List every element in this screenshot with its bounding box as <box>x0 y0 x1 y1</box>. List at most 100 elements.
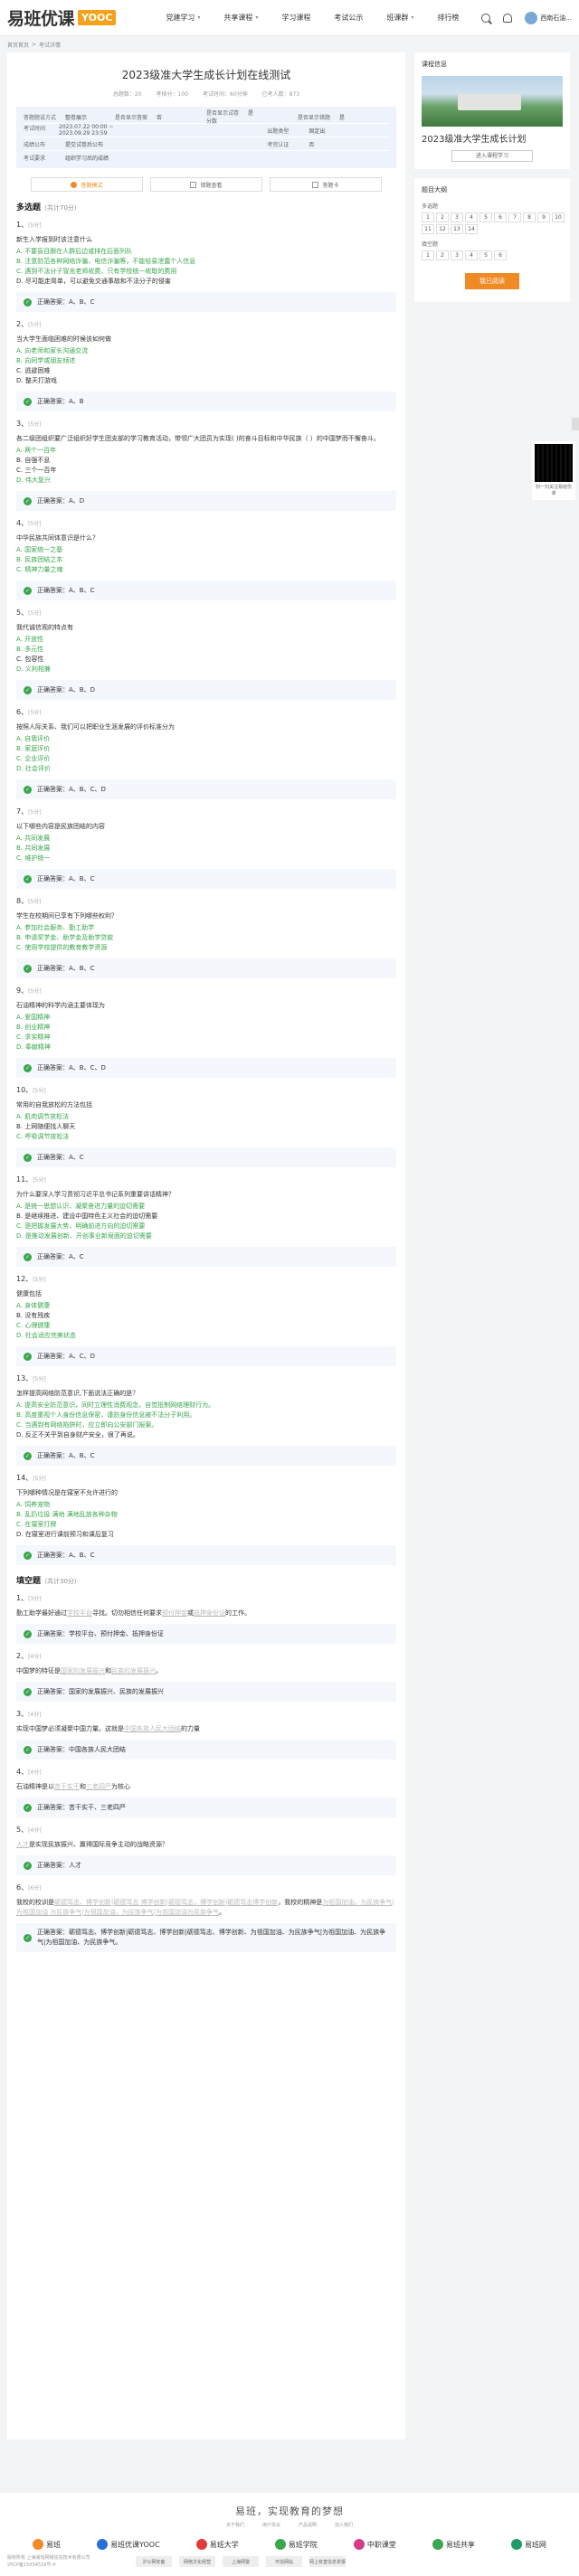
question-option[interactable]: D. 伟大复兴 <box>16 476 396 486</box>
question-option[interactable]: B. 共同发展 <box>16 844 396 854</box>
question-option[interactable]: D. 在寝室进行课前预习和课后复习 <box>16 1530 396 1540</box>
question-option[interactable]: A. 参加社会服务、勤工助学 <box>16 923 396 933</box>
question-option[interactable]: B. 向同学或朋友倾述 <box>16 356 396 366</box>
search-icon[interactable] <box>481 13 491 23</box>
question-option[interactable]: B. 乱扔垃圾 满地 满地乱放各种杂物 <box>16 1510 396 1520</box>
question-option[interactable]: A. 肌肉调节放松法 <box>16 1112 396 1122</box>
enter-course-button[interactable]: 进入课程学习 <box>451 150 533 162</box>
question-option[interactable]: A. 向老师和家长沟通交流 <box>16 346 396 356</box>
tab-answer-mode[interactable]: 答题模式 <box>31 177 143 192</box>
footer-badge[interactable]: 网上有害信息举报 <box>309 2556 346 2567</box>
submit-button[interactable]: 我已阅读 <box>465 273 519 289</box>
question-option[interactable]: C. 是把握发展大势、明确前进方向的迫切需要 <box>16 1222 396 1231</box>
partner-logo[interactable]: 易班网 <box>510 2539 546 2550</box>
question-option[interactable]: C. 呼吸调节放松法 <box>16 1132 396 1142</box>
question-option[interactable]: A. 提高安全防范意识，同时立理性消费观念，自觉抵制网络理财行为。 <box>16 1401 396 1411</box>
question-option[interactable]: D. 反正不关乎到自身财产安全，很了再说。 <box>16 1430 396 1440</box>
footer-badge[interactable]: 可信网站 <box>266 2556 302 2567</box>
course-cover-image[interactable] <box>422 76 563 127</box>
breadcrumb-home[interactable]: 首页首页 <box>7 41 29 49</box>
question-option[interactable]: A. 国家统一之基 <box>16 545 396 555</box>
question-option[interactable]: C. 求实精神 <box>16 1033 396 1043</box>
partner-logo[interactable]: 易班共享 <box>432 2539 475 2550</box>
question-option[interactable]: A. 共同发展 <box>16 834 396 844</box>
question-option[interactable]: B. 上网随便找人聊天 <box>16 1122 396 1132</box>
question-option[interactable]: A. 饲养宠物 <box>16 1500 396 1510</box>
question-option[interactable]: B. 申请奖学金、助学金及助学贷款 <box>16 933 396 943</box>
question-option[interactable]: D. 是推动发展创新、开创事业新局面的迫切需要 <box>16 1231 396 1241</box>
bell-icon[interactable] <box>503 13 513 23</box>
outline-question-number[interactable]: 6 <box>494 250 507 260</box>
question-option[interactable]: A. 爱国精神 <box>16 1013 396 1023</box>
question-option[interactable]: B. 民族团结之本 <box>16 555 396 565</box>
question-option[interactable]: C. 使用学校提供的教育教学资源 <box>16 943 396 953</box>
question-option[interactable]: A. 是统一思想认识、凝聚奋进力量的迫切需要 <box>16 1202 396 1212</box>
side-float-tab[interactable] <box>572 418 579 430</box>
outline-question-number[interactable]: 7 <box>508 212 521 222</box>
footer-badge[interactable]: 上海网警 <box>223 2556 259 2567</box>
tab-answer-card[interactable]: 答题卡 <box>270 177 382 192</box>
logo[interactable]: 易班优课 YOOC <box>7 5 117 30</box>
footer-badge[interactable]: 网络文化经营 <box>179 2556 215 2567</box>
footer-link[interactable]: 产品说明 <box>299 2522 317 2528</box>
footer-link[interactable]: 关于我们 <box>226 2522 244 2528</box>
question-option[interactable]: C. 当遇到有网络陷阱时，应立即向公安部门报案。 <box>16 1420 396 1430</box>
nav-item-shared[interactable]: 共享课程 ▾ <box>212 0 270 36</box>
question-option[interactable]: C. 维护统一 <box>16 854 396 863</box>
outline-question-number[interactable]: 5 <box>479 212 492 222</box>
user-menu[interactable]: 西南石油... <box>525 11 572 24</box>
question-option[interactable]: B. 高度重视个人身份信息保密，谨防身份信息被不法分子利用。 <box>16 1411 396 1420</box>
footer-link[interactable]: 用户协议 <box>262 2522 280 2528</box>
tab-wrong-view[interactable]: 错题查看 <box>150 177 262 192</box>
partner-logo[interactable]: 易班大学 <box>195 2539 239 2550</box>
question-option[interactable]: D. 整天打游戏 <box>16 376 396 386</box>
question-option[interactable]: C. 企业评价 <box>16 754 396 764</box>
question-option[interactable]: B. 注意防范各种网络诈骗、电信诈骗等，不能轻易泄露个人信息 <box>16 257 396 267</box>
question-option[interactable]: B. 没有残疾 <box>16 1311 396 1321</box>
outline-question-number[interactable]: 14 <box>465 224 478 234</box>
question-option[interactable]: C. 遇到不法分子冒充老师收费，只有学校统一收取的费用 <box>16 267 396 277</box>
outline-question-number[interactable]: 2 <box>436 250 449 260</box>
nav-item-rank[interactable]: 排行榜 <box>425 0 470 36</box>
partner-logo[interactable]: 易班学院 <box>274 2539 318 2550</box>
question-option[interactable]: B. 自强不息 <box>16 456 396 466</box>
question-option[interactable]: A. 不要盲目跟在人群后边或排在后面列队 <box>16 247 396 257</box>
partner-logo[interactable]: 易班 <box>33 2539 61 2550</box>
question-option[interactable]: A. 两个一百年 <box>16 446 396 456</box>
outline-question-number[interactable]: 6 <box>494 212 507 222</box>
footer-link[interactable]: 加入我们 <box>335 2522 353 2528</box>
outline-question-number[interactable]: 2 <box>436 212 449 222</box>
question-option[interactable]: A. 自我评价 <box>16 734 396 744</box>
question-option[interactable]: C. 心理健康 <box>16 1321 396 1331</box>
question-option[interactable]: D. 尽可能走简单，可以避免交通事故和不法分子的侵害 <box>16 277 396 287</box>
outline-question-number[interactable]: 5 <box>479 250 492 260</box>
partner-logo[interactable]: 易班优课YOOC <box>97 2539 160 2550</box>
outline-question-number[interactable]: 12 <box>436 224 449 234</box>
question-option[interactable]: D. 社会评价 <box>16 764 396 774</box>
outline-question-number[interactable]: 8 <box>523 212 536 222</box>
outline-question-number[interactable]: 1 <box>422 212 434 222</box>
outline-question-number[interactable]: 1 <box>422 250 434 260</box>
question-option[interactable]: A. 开放性 <box>16 635 396 645</box>
nav-item-party[interactable]: 党建学习 ▾ <box>154 0 212 36</box>
question-option[interactable]: C. 三个一百年 <box>16 466 396 476</box>
nav-item-study[interactable]: 学习课程 <box>270 0 322 36</box>
outline-question-number[interactable]: 4 <box>465 250 478 260</box>
nav-item-exam[interactable]: 考试公示 <box>322 0 375 36</box>
question-option[interactable]: C. 在寝室打牌 <box>16 1520 396 1530</box>
question-option[interactable]: D. 奉献精神 <box>16 1043 396 1052</box>
question-option[interactable]: C. 逃避困难 <box>16 366 396 376</box>
question-option[interactable]: B. 多元性 <box>16 645 396 655</box>
outline-question-number[interactable]: 3 <box>451 212 463 222</box>
partner-logo[interactable]: 中职课堂 <box>353 2539 396 2550</box>
question-option[interactable]: C. 包容性 <box>16 655 396 665</box>
footer-badge[interactable]: 沪公网安备 <box>136 2556 172 2567</box>
outline-question-number[interactable]: 10 <box>552 212 565 222</box>
question-option[interactable]: B. 创业精神 <box>16 1023 396 1033</box>
question-option[interactable]: A. 身体健康 <box>16 1301 396 1311</box>
outline-question-number[interactable]: 11 <box>422 224 434 234</box>
outline-question-number[interactable]: 3 <box>451 250 463 260</box>
outline-question-number[interactable]: 13 <box>451 224 463 234</box>
question-option[interactable]: D. 义利相兼 <box>16 665 396 675</box>
question-option[interactable]: C. 精神力量之魂 <box>16 565 396 575</box>
